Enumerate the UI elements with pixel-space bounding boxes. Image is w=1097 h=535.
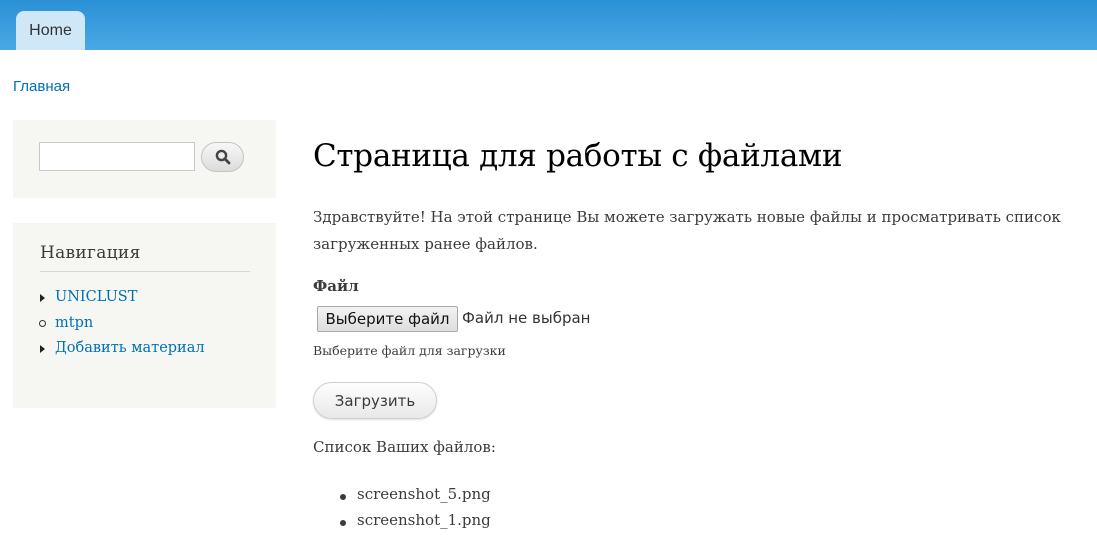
files-list: screenshot_5.png screenshot_1.png — [336, 485, 491, 535]
file-field-label: Файл — [313, 277, 359, 295]
leaf-circle-icon — [39, 319, 46, 327]
list-item: screenshot_1.png — [336, 511, 491, 535]
nav-item-uniclust[interactable]: UNICLUST — [39, 289, 205, 315]
bullet-disc-icon — [340, 494, 346, 500]
tab-home[interactable]: Home — [16, 11, 85, 50]
intro-text: Здравствуйте! На этой странице Вы можете… — [313, 208, 1061, 253]
files-list-heading: Список Ваших файлов: — [313, 438, 496, 456]
collapsed-triangle-icon — [40, 345, 45, 353]
choose-file-button[interactable]: Выберите файл — [317, 306, 458, 332]
navigation-title: Навигация — [40, 243, 250, 272]
page-title: Страница для работы с файлами — [313, 138, 843, 174]
site-header: Home — [0, 0, 1097, 50]
nav-item-label: Добавить материал — [55, 340, 205, 356]
search-block — [13, 120, 276, 198]
upload-button[interactable]: Загрузить — [313, 382, 437, 419]
list-item: screenshot_5.png — [336, 485, 491, 511]
file-name: screenshot_1.png — [357, 511, 491, 529]
nav-item-add-content[interactable]: Добавить материал — [39, 340, 205, 366]
nav-item-mtpn[interactable]: mtpn — [39, 315, 205, 341]
navigation-block: Навигация UNICLUST mtpn Добавить материа… — [13, 223, 276, 408]
search-input[interactable] — [39, 142, 195, 171]
navigation-menu: UNICLUST mtpn Добавить материал — [39, 289, 205, 366]
nav-item-label: UNICLUST — [55, 289, 138, 305]
file-name: screenshot_5.png — [357, 485, 491, 503]
search-icon — [215, 149, 230, 165]
breadcrumb-home-link[interactable]: Главная — [13, 78, 70, 95]
collapsed-triangle-icon — [40, 294, 45, 302]
file-field-hint: Выберите файл для загрузки — [313, 343, 506, 358]
nav-item-label: mtpn — [55, 314, 94, 331]
search-button[interactable] — [201, 142, 244, 172]
bullet-disc-icon — [340, 520, 346, 526]
file-status-text: Файл не выбран — [462, 309, 591, 327]
